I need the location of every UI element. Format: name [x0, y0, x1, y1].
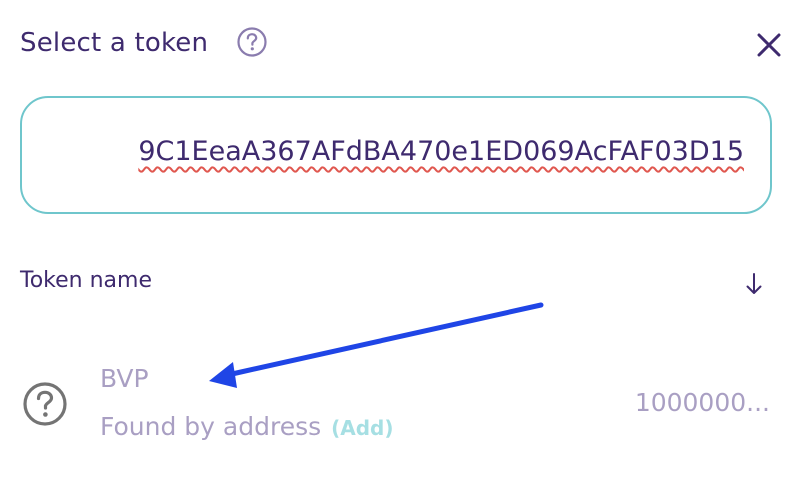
- search-input-value: 9C1EeaA367AFdBA470e1ED069AcFAF03D15: [138, 136, 744, 167]
- add-token-link[interactable]: (Add): [331, 416, 393, 440]
- token-symbol: BVP: [100, 364, 149, 393]
- modal-title: Select a token: [20, 28, 209, 58]
- token-name-column-label: Token name: [20, 268, 152, 293]
- search-input[interactable]: 9C1EeaA367AFdBA470e1ED069AcFAF03D15: [48, 136, 744, 180]
- question-circle-icon[interactable]: [236, 26, 268, 58]
- question-circle-icon: [23, 382, 67, 426]
- close-icon[interactable]: [752, 28, 786, 62]
- token-found-text: Found by address: [100, 412, 322, 441]
- token-subtitle: Found by address (Add): [100, 412, 394, 441]
- token-balance: 1000000...: [634, 388, 770, 417]
- token-list-item[interactable]: BVP Found by address (Add) 1000000...: [20, 356, 776, 452]
- modal-header: Select a token: [20, 26, 786, 66]
- token-search-box[interactable]: 9C1EeaA367AFdBA470e1ED069AcFAF03D15: [20, 96, 772, 214]
- arrow-down-icon[interactable]: [742, 270, 766, 298]
- token-list-header: Token name: [20, 268, 766, 298]
